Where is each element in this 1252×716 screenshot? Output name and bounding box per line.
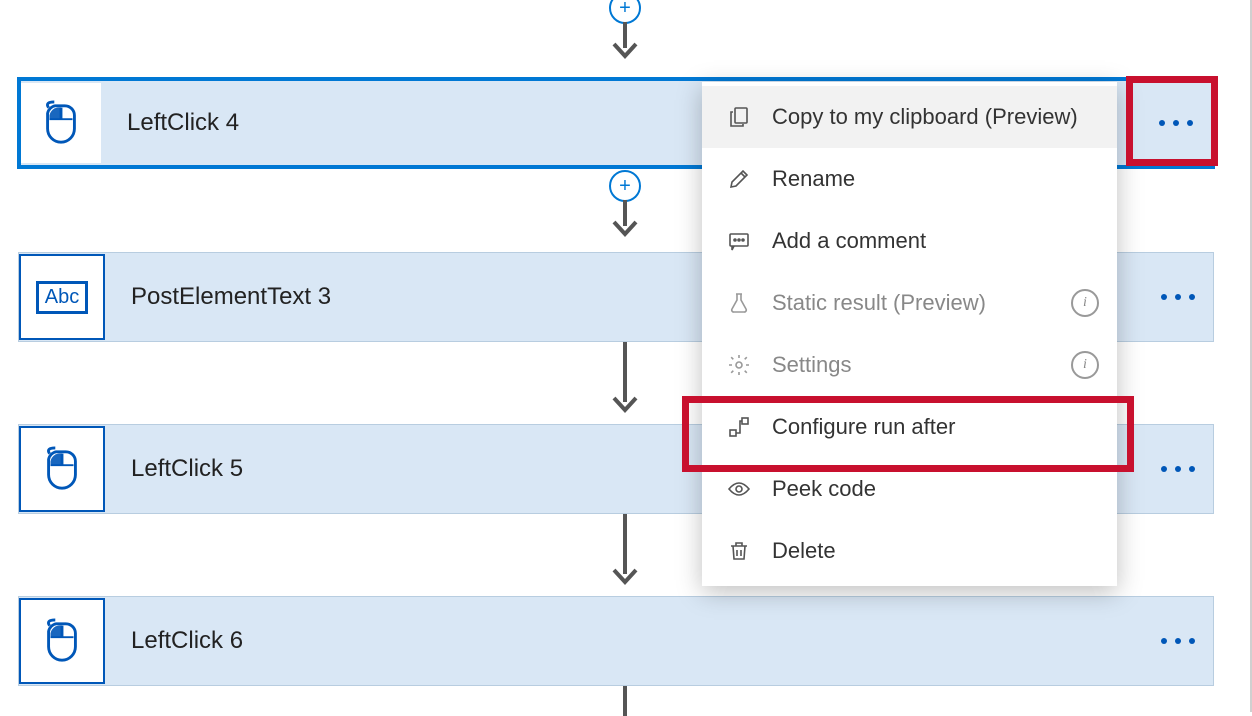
menu-add-comment[interactable]: Add a comment [702,210,1117,272]
mouse-icon [38,100,84,146]
menu-static-result: Static result (Preview) i [702,272,1117,334]
gear-icon [722,353,756,377]
mouse-icon [39,618,85,664]
menu-copy-clipboard[interactable]: Copy to my clipboard (Preview) [702,86,1117,148]
add-step-button[interactable]: + [609,0,641,24]
add-step-button[interactable]: + [609,170,641,202]
step-more-button[interactable] [1143,425,1213,513]
abc-icon: Abc [36,281,88,314]
menu-label: Peek code [772,476,876,502]
connector-1-2: + [608,170,642,240]
step-icon-box [19,426,105,512]
arrow-down-icon [608,514,642,590]
mouse-icon [39,446,85,492]
menu-label: Configure run after [772,414,955,440]
eye-icon [722,477,756,501]
connector-2-3 [608,344,642,418]
menu-label: Delete [772,538,836,564]
menu-configure-run-after[interactable]: Configure run after [702,396,1117,458]
step-more-button[interactable] [1143,253,1213,341]
step-more-button[interactable] [1141,81,1211,165]
menu-label: Copy to my clipboard (Preview) [772,104,1078,130]
pencil-icon [722,167,756,191]
flow-canvas: + LeftClick 4 + Abc Po [0,0,1252,712]
flask-icon [722,291,756,315]
menu-peek-code[interactable]: Peek code [702,458,1117,520]
menu-delete[interactable]: Delete [702,520,1117,582]
comment-icon [722,229,756,253]
trash-icon [722,539,756,563]
connector-top: + [608,0,642,62]
info-icon[interactable]: i [1071,289,1099,317]
step-icon-box [19,598,105,684]
step-icon-box: Abc [19,254,105,340]
step-context-menu: Copy to my clipboard (Preview) Rename Ad… [702,82,1117,586]
branch-icon [722,415,756,439]
step-more-button[interactable] [1143,597,1213,685]
arrow-down-icon [608,200,642,240]
step-leftclick-6[interactable]: LeftClick 6 [18,596,1214,686]
menu-label: Add a comment [772,228,926,254]
info-icon[interactable]: i [1071,351,1099,379]
connector-3-4 [608,516,642,590]
clipboard-icon [722,105,756,129]
step-icon-box [21,83,101,163]
menu-rename[interactable]: Rename [702,148,1117,210]
step-label: LeftClick 6 [131,627,1143,655]
menu-label: Static result (Preview) [772,290,986,316]
menu-label: Settings [772,352,852,378]
arrow-down-icon [608,342,642,418]
menu-settings: Settings i [702,334,1117,396]
arrow-down-icon [608,22,642,62]
menu-label: Rename [772,166,855,192]
